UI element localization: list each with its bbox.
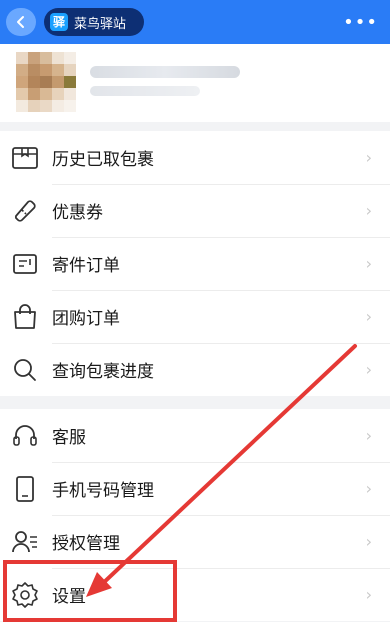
menu-item-history-packages[interactable]: 历史已取包裹 ›: [0, 131, 390, 184]
menu-label: 手机号码管理: [52, 481, 154, 501]
app-logo-icon: 驿: [50, 13, 68, 31]
menu-item-phone-management[interactable]: 手机号码管理 ›: [0, 462, 390, 515]
menu-item-settings[interactable]: 设置 ›: [0, 568, 390, 621]
menu-label: 设置: [52, 587, 86, 607]
app-title: 菜鸟驿站: [74, 16, 127, 32]
top-bar: 驿 菜鸟驿站 •••: [0, 0, 390, 44]
menu-label: 查询包裹进度: [52, 362, 154, 382]
phone-icon: [16, 476, 34, 502]
profile-section[interactable]: [0, 44, 390, 122]
chevron-right-icon: ›: [365, 254, 372, 273]
menu-item-group-buy-orders[interactable]: 团购订单 ›: [0, 290, 390, 343]
menu-item-track-package[interactable]: 查询包裹进度 ›: [0, 343, 390, 396]
chevron-right-icon: ›: [365, 201, 372, 220]
user-authorization-icon: [12, 531, 37, 553]
menu-label: 优惠券: [52, 203, 103, 223]
chevron-right-icon: ›: [365, 585, 372, 604]
back-button[interactable]: [6, 8, 36, 36]
headset-icon: [13, 425, 37, 446]
menu-item-customer-service[interactable]: 客服 ›: [0, 409, 390, 462]
menu-label: 授权管理: [52, 534, 120, 554]
gear-icon: [12, 582, 38, 608]
package-history-icon: [12, 147, 38, 169]
menu-item-authorization[interactable]: 授权管理 ›: [0, 515, 390, 568]
chevron-left-icon: [17, 16, 24, 28]
app-title-pill: 驿 菜鸟驿站: [44, 8, 144, 36]
shopping-bag-icon: [14, 304, 36, 329]
chevron-right-icon: ›: [365, 426, 372, 445]
menu-label: 客服: [52, 428, 86, 448]
menu-item-coupons[interactable]: 优惠券 ›: [0, 184, 390, 237]
search-icon: [14, 359, 36, 381]
menu-group-packages: 历史已取包裹 › 优惠券 › 寄件订单 › 团购订单 › 查询包裹进度 ›: [0, 131, 390, 396]
chevron-right-icon: ›: [365, 148, 372, 167]
chevron-right-icon: ›: [365, 307, 372, 326]
more-icon: •••: [343, 12, 378, 33]
menu-label: 团购订单: [52, 309, 120, 329]
chevron-right-icon: ›: [365, 479, 372, 498]
avatar: [16, 52, 78, 114]
chevron-right-icon: ›: [365, 532, 372, 551]
more-button[interactable]: •••: [343, 12, 378, 33]
menu-label: 寄件订单: [52, 256, 120, 276]
send-order-icon: [13, 254, 37, 274]
user-info-redacted: [90, 86, 200, 96]
chevron-right-icon: ›: [365, 360, 372, 379]
menu-group-account: 客服 › 手机号码管理 › 授权管理 › 设置 ›: [0, 409, 390, 621]
coupon-icon: [14, 200, 36, 222]
menu-label: 历史已取包裹: [52, 150, 154, 170]
username-redacted: [90, 66, 240, 78]
menu-item-send-orders[interactable]: 寄件订单 ›: [0, 237, 390, 290]
